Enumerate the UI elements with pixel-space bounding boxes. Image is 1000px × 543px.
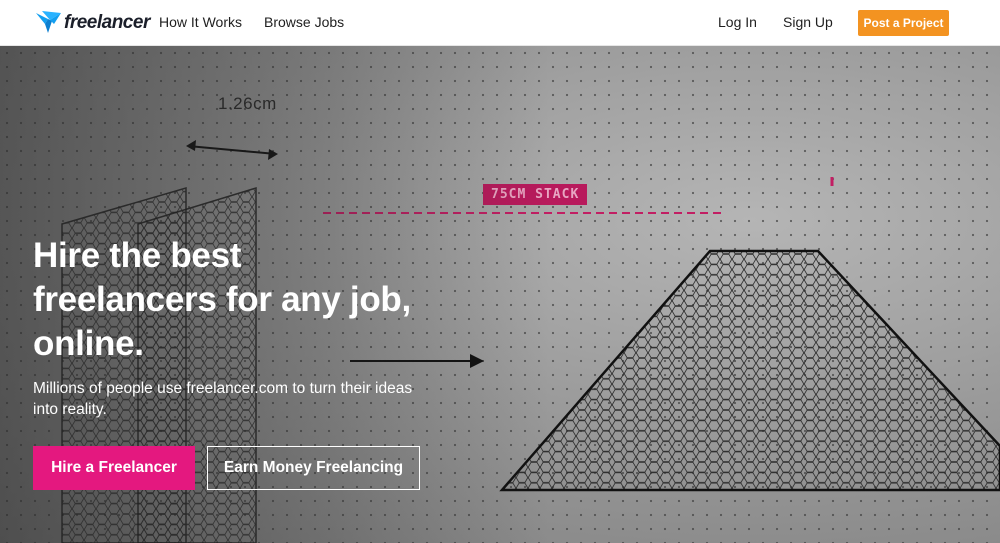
headline-line: freelancers for any job,	[33, 280, 411, 319]
hero-headline: Hire the best freelancers for any job, o…	[33, 234, 493, 366]
login-link[interactable]: Log In	[718, 14, 757, 30]
freelancer-logo[interactable]: freelancer	[36, 10, 150, 36]
dimension-label: 1.26cm	[218, 94, 277, 113]
hire-freelancer-button[interactable]: Hire a Freelancer	[33, 446, 195, 490]
headline-line: online.	[33, 324, 144, 363]
headline-line: Hire the best	[33, 236, 242, 275]
top-navbar: freelancer How It Works Browse Jobs Log …	[0, 0, 1000, 46]
post-project-button[interactable]: Post a Project	[858, 10, 949, 36]
hero-subtext: Millions of people use freelancer.com to…	[33, 380, 413, 418]
nav-how-it-works-link[interactable]: How It Works	[159, 14, 242, 30]
stack-label: 75CM STACK	[483, 184, 588, 205]
hero-section: 1.26cm 75CM STACK Hire the best freelanc…	[0, 46, 1000, 543]
hero-copy: Hire the best freelancers for any job, o…	[33, 234, 493, 420]
logo-text: freelancer	[64, 12, 150, 33]
signup-link[interactable]: Sign Up	[783, 14, 833, 30]
nav-browse-jobs-link[interactable]: Browse Jobs	[264, 14, 344, 30]
freelancer-bird-logo-icon	[36, 11, 61, 33]
earn-money-button[interactable]: Earn Money Freelancing	[207, 446, 420, 490]
